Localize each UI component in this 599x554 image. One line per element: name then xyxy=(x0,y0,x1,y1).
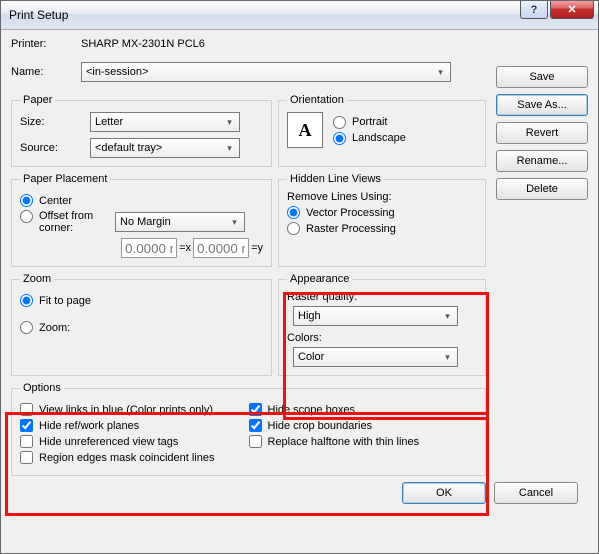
delete-button[interactable]: Delete xyxy=(496,178,588,200)
vector-radio[interactable]: Vector Processing xyxy=(287,206,477,219)
appearance-group: Appearance Raster quality: High ▾ Colors… xyxy=(278,273,486,376)
replace-check[interactable]: Replace halftone with thin lines xyxy=(249,435,478,448)
remove-label: Remove Lines Using: xyxy=(287,191,477,203)
center-radio[interactable]: Center xyxy=(20,194,263,207)
help-button[interactable]: ? xyxy=(520,1,548,19)
orientation-icon: A xyxy=(287,112,323,148)
name-label: Name: xyxy=(11,66,81,78)
source-label: Source: xyxy=(20,142,90,154)
printer-label: Printer: xyxy=(11,38,81,50)
close-button[interactable]: ✕ xyxy=(550,1,594,19)
zoom-group: Zoom Fit to page Zoom: xyxy=(11,273,272,376)
offset-y-input[interactable] xyxy=(193,238,249,258)
rename-button[interactable]: Rename... xyxy=(496,150,588,172)
hide-scope-check[interactable]: Hide scope boxes xyxy=(249,403,478,416)
hidden-line-group: Hidden Line Views Remove Lines Using: Ve… xyxy=(278,173,486,267)
raster-quality-label: Raster quality: xyxy=(287,291,477,303)
hide-unref-check[interactable]: Hide unreferenced view tags xyxy=(20,435,249,448)
orientation-group: Orientation A Portrait Landscape xyxy=(278,94,486,167)
offset-radio[interactable]: Offset from corner: xyxy=(20,210,109,234)
chevron-down-icon: ▾ xyxy=(433,65,448,79)
revert-button[interactable]: Revert xyxy=(496,122,588,144)
ok-button[interactable]: OK xyxy=(402,482,486,504)
raster-quality-select[interactable]: High ▾ xyxy=(293,306,458,326)
offset-x-input[interactable] xyxy=(121,238,177,258)
save-button[interactable]: Save xyxy=(496,66,588,88)
save-as-button[interactable]: Save As... xyxy=(496,94,588,116)
window-title: Print Setup xyxy=(9,8,68,22)
chevron-down-icon: ▾ xyxy=(227,215,242,229)
colors-select[interactable]: Color ▾ xyxy=(293,347,458,367)
chevron-down-icon: ▾ xyxy=(222,141,237,155)
colors-label: Colors: xyxy=(287,332,477,344)
chevron-down-icon: ▾ xyxy=(222,115,237,129)
name-select[interactable]: <in-session> ▾ xyxy=(81,62,451,82)
printer-value: SHARP MX-2301N PCL6 xyxy=(81,38,205,50)
fit-radio[interactable]: Fit to page xyxy=(20,294,263,307)
titlebar: Print Setup ? ✕ xyxy=(1,1,598,30)
hide-ref-check[interactable]: Hide ref/work planes xyxy=(20,419,249,432)
chevron-down-icon: ▾ xyxy=(440,350,455,364)
landscape-radio[interactable]: Landscape xyxy=(333,132,406,145)
placement-group: Paper Placement Center Offset from corne… xyxy=(11,173,272,267)
size-select[interactable]: Letter ▾ xyxy=(90,112,240,132)
options-group: Options View links in blue (Color prints… xyxy=(11,382,486,476)
margin-select[interactable]: No Margin ▾ xyxy=(115,212,245,232)
view-links-check[interactable]: View links in blue (Color prints only) xyxy=(20,403,249,416)
size-label: Size: xyxy=(20,116,90,128)
raster-radio[interactable]: Raster Processing xyxy=(287,222,477,235)
region-check[interactable]: Region edges mask coincident lines xyxy=(20,451,249,464)
cancel-button[interactable]: Cancel xyxy=(494,482,578,504)
chevron-down-icon: ▾ xyxy=(440,309,455,323)
print-setup-dialog: Print Setup ? ✕ Printer: SHARP MX-2301N … xyxy=(0,0,599,554)
zoom-radio[interactable]: Zoom: xyxy=(20,321,263,334)
paper-group: Paper Size: Letter ▾ Source: <default tr xyxy=(11,94,272,167)
hide-crop-check[interactable]: Hide crop boundaries xyxy=(249,419,478,432)
source-select[interactable]: <default tray> ▾ xyxy=(90,138,240,158)
portrait-radio[interactable]: Portrait xyxy=(333,116,406,129)
